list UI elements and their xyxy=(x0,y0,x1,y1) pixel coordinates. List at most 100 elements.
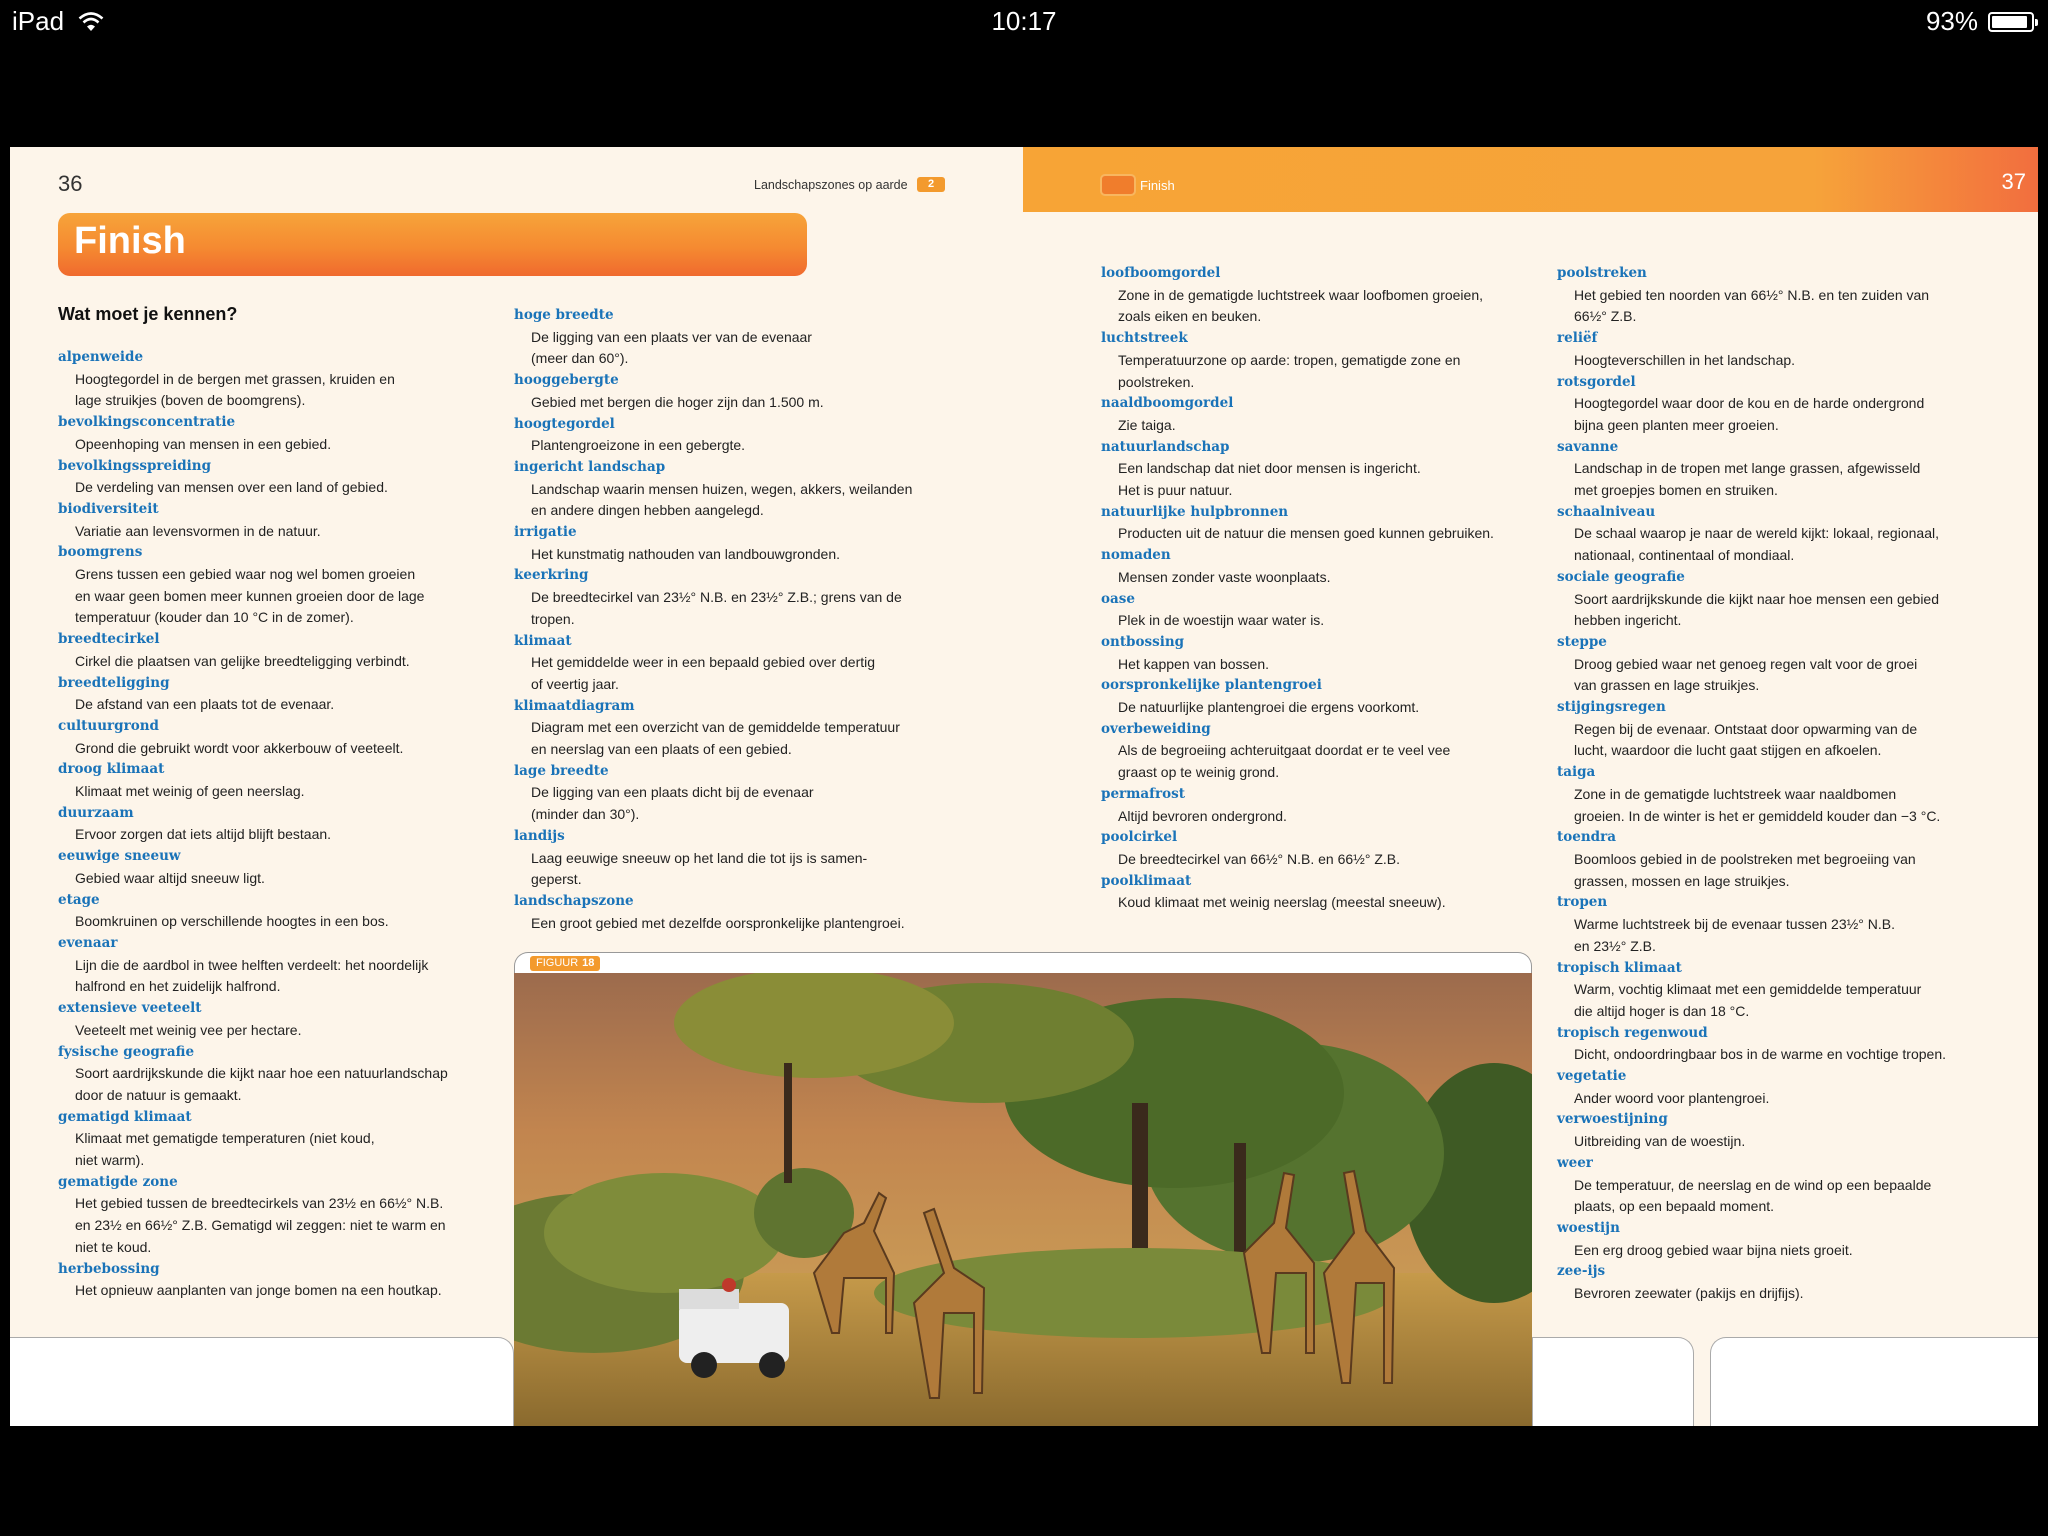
glossary-definition: Gebied met bergen die hoger zijn dan 1.5… xyxy=(531,393,824,410)
glossary-term: eeuwige sneeuw xyxy=(58,848,181,865)
glossary-entry: poolstreken Het gebied ten noorden van 66… xyxy=(1557,263,2017,328)
glossary-entry: hoge breedte De ligging van een plaats ve… xyxy=(514,305,974,370)
glossary-entry: verwoestijning Uitbreiding van de woestij… xyxy=(1557,1109,2017,1152)
glossary-term: reliëf xyxy=(1557,330,1598,347)
glossary-definition: Plantengroeizone in een gebergte. xyxy=(531,437,746,454)
glossary-term: tropisch regenwoud xyxy=(1557,1024,1708,1041)
glossary-term: poolstreken xyxy=(1557,265,1647,281)
battery-indicator: 93% xyxy=(1925,6,2038,37)
book-spread[interactable]: 36 Landschapszones op aarde 2 Finish 37 … xyxy=(10,147,2038,1426)
glossary-term: herbebossing xyxy=(58,1260,160,1277)
clock: 10:17 xyxy=(991,6,1057,36)
page-number-right: 37 xyxy=(2001,169,2026,194)
banner-title: Finish xyxy=(74,220,186,262)
battery-percent: 93% xyxy=(1925,6,1978,36)
glossary-entry: landschapszone Een groot gebied met dezel… xyxy=(514,891,974,934)
glossary-entry: tropisch klimaat Warm, vochtig klimaat me… xyxy=(1557,958,2017,1023)
glossary-entry: cultuurgrond Grond die gebruikt wordt voo… xyxy=(58,716,518,759)
glossary-entry: keerkring De breedtecirkel van 23½° N.B. … xyxy=(514,565,974,630)
glossary-term: stijgingsregen xyxy=(1557,699,1666,716)
section-title: Wat moet je kennen? xyxy=(58,304,238,324)
glossary-entry: nomaden Mensen zonder vaste woonplaats. xyxy=(1101,545,1561,588)
glossary-definition: Het opnieuw aanplanten van jonge bomen n… xyxy=(75,1282,442,1299)
glossary-term: alpenweide xyxy=(58,349,144,365)
glossary-definition: Mensen zonder vaste woonplaats. xyxy=(1118,568,1331,585)
glossary-definition: Het gebied ten noorden van 66½° N.B. en … xyxy=(1574,286,1930,325)
glossary-definition: Landschap in de tropen met lange grassen… xyxy=(1574,460,1921,499)
glossary-term: breedtecirkel xyxy=(58,631,160,648)
glossary-term: tropisch klimaat xyxy=(1557,959,1682,976)
glossary-entry: extensieve veeteelt Veeteelt met weinig v… xyxy=(58,998,518,1041)
glossary-term: steppe xyxy=(1557,633,1607,650)
glossary-entry: bevolkingsspreiding De verdeling van mens… xyxy=(58,456,518,499)
glossary-term: bevolkingsspreiding xyxy=(58,457,212,474)
glossary-entry: poolcirkel De breedtecirkel van 66½° N.B.… xyxy=(1101,827,1561,870)
glossary-term: hoge breedte xyxy=(514,307,614,323)
glossary-definition: Bevroren zeewater (pakijs en drijfijs). xyxy=(1574,1285,1804,1302)
glossary-definition: Warme luchtstreek bij de evenaar tussen … xyxy=(1574,916,1896,954)
glossary-definition: Klimaat met weinig of geen neerslag. xyxy=(75,783,305,800)
glossary-entry: evenaar Lijn die de aardbol in twee helft… xyxy=(58,933,518,998)
glossary-definition: Producten uit de natuur die mensen goed … xyxy=(1118,525,1494,542)
glossary-term: landijs xyxy=(514,827,565,844)
section-badge-icon xyxy=(1100,174,1136,196)
glossary-entry: breedteligging De afstand van een plaats … xyxy=(58,673,518,716)
glossary-entry: schaalniveau De schaal waarop je naar de … xyxy=(1557,502,2017,567)
glossary-entry: etage Boomkruinen op verschillende hoogte… xyxy=(58,890,518,933)
glossary-term: rotsgordel xyxy=(1557,373,1636,390)
glossary-term: irrigatie xyxy=(514,524,577,541)
glossary-definition: De ligging van een plaats ver van de eve… xyxy=(531,328,812,367)
glossary-entry: permafrost Altijd bevroren ondergrond. xyxy=(1101,784,1561,827)
glossary-term: poolklimaat xyxy=(1101,872,1192,889)
glossary-definition: Het kappen van bossen. xyxy=(1118,655,1269,672)
glossary-entry: gematigde zone Het gebied tussen de breed… xyxy=(58,1172,518,1259)
glossary-term: ontbossing xyxy=(1101,633,1185,650)
glossary-definition: Soort aardrijkskunde die kijkt naar hoe … xyxy=(75,1065,448,1103)
glossary-term: overbeweiding xyxy=(1101,720,1211,737)
glossary-term: cultuurgrond xyxy=(58,717,159,734)
glossary-definition: Als de begroeiing achteruitgaat doordat … xyxy=(1118,742,1451,781)
glossary-term: boomgrens xyxy=(58,544,143,561)
glossary-term: gematigd klimaat xyxy=(58,1108,192,1125)
glossary-entry: bevolkingsconcentratie Opeenhoping van me… xyxy=(58,412,518,455)
glossary-column-1: alpenweide Hoogtegordel in de bergen met … xyxy=(58,347,518,1302)
glossary-entry: overbeweiding Als de begroeiing achteruit… xyxy=(1101,719,1561,784)
glossary-definition: De breedtecirkel van 23½° N.B. en 23½° Z… xyxy=(531,589,902,627)
glossary-entry: natuurlijke hulpbronnen Producten uit de … xyxy=(1101,502,1561,545)
glossary-definition: Het gemiddelde weer in een bepaald gebie… xyxy=(531,654,876,692)
glossary-entry: poolklimaat Koud klimaat met weinig neers… xyxy=(1101,871,1561,914)
glossary-entry: oorspronkelijke plantengroei De natuurlij… xyxy=(1101,675,1561,718)
glossary-term: naaldboomgordel xyxy=(1101,395,1234,412)
glossary-term: breedteligging xyxy=(58,674,170,691)
glossary-term: zee-ijs xyxy=(1557,1263,1606,1280)
glossary-entry: irrigatie Het kunstmatig nathouden van la… xyxy=(514,522,974,565)
glossary-definition: Zone in de gematigde luchtstreek waar na… xyxy=(1574,785,1941,824)
glossary-definition: Altijd bevroren ondergrond. xyxy=(1118,807,1287,824)
glossary-term: biodiversiteit xyxy=(58,500,159,517)
glossary-term: verwoestijning xyxy=(1557,1111,1668,1128)
glossary-definition: Hoogtegordel in de bergen met grassen, k… xyxy=(75,370,395,409)
glossary-entry: klimaat Het gemiddelde weer in een bepaal… xyxy=(514,631,974,696)
glossary-entry: droog klimaat Klimaat met weinig of geen … xyxy=(58,759,518,802)
glossary-entry: breedtecirkel Cirkel die plaatsen van gel… xyxy=(58,629,518,672)
glossary-entry: steppe Droog gebied waar net genoeg regen… xyxy=(1557,632,2017,697)
glossary-entry: alpenweide Hoogtegordel in de bergen met … xyxy=(58,347,518,412)
glossary-entry: biodiversiteit Variatie aan levensvormen … xyxy=(58,499,518,542)
glossary-term: schaalniveau xyxy=(1557,503,1656,520)
glossary-definition: De breedtecirkel van 66½° N.B. en 66½° Z… xyxy=(1118,850,1401,867)
glossary-definition: Cirkel die plaatsen van gelijke breedtel… xyxy=(75,652,410,669)
glossary-term: luchtstreek xyxy=(1101,330,1188,347)
glossary-definition: Zone in de gematigde luchtstreek waar lo… xyxy=(1118,286,1483,325)
glossary-definition: Plek in de woestijn waar water is. xyxy=(1118,612,1325,629)
glossary-definition: Uitbreiding van de woestijn. xyxy=(1574,1133,1746,1150)
glossary-definition: De temperatuur, de neerslag en de wind o… xyxy=(1574,1176,1932,1215)
battery-icon xyxy=(1988,11,2038,32)
glossary-entry: herbebossing Het opnieuw aanplanten van j… xyxy=(58,1259,518,1302)
glossary-term: permafrost xyxy=(1101,785,1185,802)
figure-label: FIGUUR 18 xyxy=(530,956,601,971)
glossary-entry: taiga Zone in de gematigde luchtstreek wa… xyxy=(1557,762,2017,827)
glossary-term: klimaat xyxy=(514,632,572,649)
glossary-term: loofboomgordel xyxy=(1101,265,1221,281)
glossary-term: natuurlandschap xyxy=(1101,438,1230,455)
glossary-definition: Laag eeuwige sneeuw op het land die tot … xyxy=(531,849,868,888)
